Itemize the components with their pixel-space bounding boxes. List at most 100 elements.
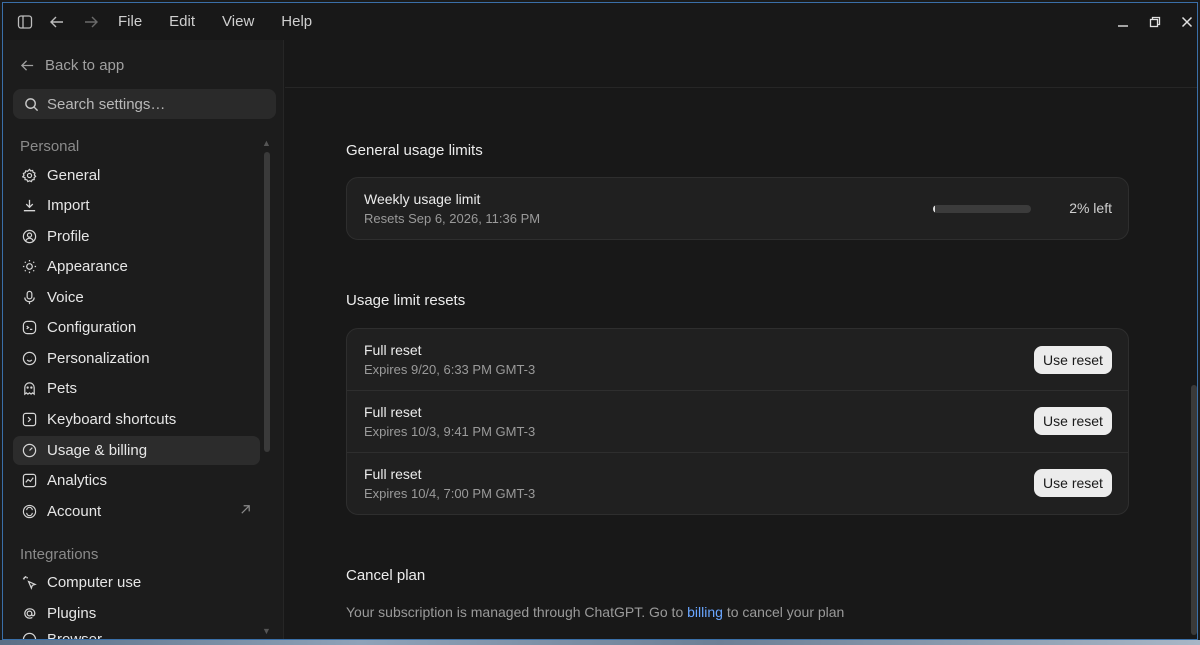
sidebar-item-label: Configuration <box>47 319 137 336</box>
usage-progress-fill <box>933 205 935 213</box>
at-icon <box>21 606 37 622</box>
main-content: General usage limits Weekly usage limit … <box>285 40 1197 639</box>
configuration-icon <box>21 320 37 336</box>
usage-resets-heading: Usage limit resets <box>346 292 466 309</box>
cursor-sparkle-icon <box>21 575 37 591</box>
reset-title: Full reset <box>364 466 422 482</box>
row-divider <box>347 452 1128 453</box>
cancel-text-before: Your subscription is managed through Cha… <box>346 604 688 620</box>
usage-remaining-label: 2% left <box>1069 200 1112 216</box>
sidebar-item-label: Profile <box>47 228 90 245</box>
sidebar-item-label: Analytics <box>47 472 108 489</box>
search-box[interactable] <box>13 89 276 119</box>
minimize-icon[interactable] <box>1113 12 1133 32</box>
sidebar-item-label: Pets <box>47 380 78 397</box>
reset-expiry: Expires 10/4, 7:00 PM GMT-3 <box>364 486 536 501</box>
back-arrow-icon[interactable] <box>47 12 67 32</box>
main-scrollbar[interactable] <box>1191 385 1197 635</box>
sidebar-item-label: Personalization <box>47 350 150 367</box>
sidebar-item-computer-use[interactable]: Computer use <box>13 568 260 597</box>
menu-edit[interactable]: Edit <box>169 13 195 30</box>
header-divider <box>285 87 1197 88</box>
analytics-icon <box>21 473 37 489</box>
external-link-icon <box>239 503 252 520</box>
billing-link[interactable]: billing <box>687 604 723 620</box>
sidebar-item-personalization[interactable]: Personalization <box>13 344 260 373</box>
left-arrow-icon <box>19 57 35 73</box>
download-icon <box>21 198 37 214</box>
gauge-icon <box>21 443 37 459</box>
sidebar-item-browser[interactable]: Browser <box>13 629 260 640</box>
reset-expiry: Expires 10/3, 9:41 PM GMT-3 <box>364 424 536 439</box>
scroll-down-arrow-icon[interactable]: ▼ <box>262 626 271 636</box>
weekly-usage-reset-time: Resets Sep 6, 2026, 11:36 PM <box>364 211 541 226</box>
search-icon <box>23 96 39 112</box>
keyboard-icon <box>21 412 37 428</box>
sidebar-item-label: Plugins <box>47 605 97 622</box>
reset-title: Full reset <box>364 342 422 358</box>
title-bar: File Edit View Help <box>3 3 1197 40</box>
reset-expiry: Expires 9/20, 6:33 PM GMT-3 <box>364 362 536 377</box>
sun-icon <box>21 259 37 275</box>
usage-progress-bar <box>933 205 1031 213</box>
sidebar-item-account[interactable]: Account <box>13 497 260 526</box>
sidebar-item-label: Appearance <box>47 258 128 275</box>
back-to-app-label: Back to app <box>45 56 125 74</box>
cancel-text-after: to cancel your plan <box>722 604 845 620</box>
sidebar-item-plugins[interactable]: Plugins <box>13 599 260 628</box>
sidebar-item-label: Usage & billing <box>47 442 148 459</box>
account-icon <box>21 504 37 520</box>
sidebar-item-import[interactable]: Import <box>13 191 260 220</box>
sidebar-item-voice[interactable]: Voice <box>13 283 260 312</box>
settings-sidebar: Back to app Personal General Import Prof… <box>3 40 284 640</box>
search-input[interactable] <box>47 95 247 113</box>
menu-bar: File Edit View Help <box>118 3 339 40</box>
menu-help[interactable]: Help <box>281 13 312 30</box>
sidebar-item-general[interactable]: General <box>13 161 260 190</box>
use-reset-button[interactable]: Use reset <box>1034 346 1112 374</box>
gear-icon <box>21 168 37 184</box>
sidebar-item-pets[interactable]: Pets <box>13 374 260 403</box>
browser-icon <box>21 631 37 639</box>
section-integrations: Integrations <box>20 546 99 563</box>
profile-icon <box>21 229 37 245</box>
sidebar-toggle-icon[interactable] <box>15 12 35 32</box>
use-reset-button[interactable]: Use reset <box>1034 407 1112 435</box>
sidebar-item-usage-billing[interactable]: Usage & billing <box>13 436 260 465</box>
sidebar-item-label: General <box>47 167 101 184</box>
sidebar-scrollbar[interactable] <box>264 152 270 452</box>
close-icon[interactable] <box>1177 12 1197 32</box>
scroll-up-arrow-icon[interactable]: ▲ <box>262 138 271 148</box>
sidebar-item-label: Account <box>47 503 102 520</box>
section-personal: Personal <box>20 138 80 155</box>
pets-icon <box>21 381 37 397</box>
restore-icon[interactable] <box>1145 12 1165 32</box>
settings-window: File Edit View Help Back to app Search s… <box>2 2 1198 640</box>
weekly-usage-title: Weekly usage limit <box>364 191 481 207</box>
sidebar-item-profile[interactable]: Profile <box>13 222 260 251</box>
sidebar-item-keyboard-shortcuts[interactable]: Keyboard shortcuts <box>13 405 260 434</box>
sidebar-item-appearance[interactable]: Appearance <box>13 252 260 281</box>
sidebar-item-label: Browser <box>47 631 103 640</box>
sidebar-item-label: Computer use <box>47 574 142 591</box>
weekly-usage-card: Weekly usage limit Resets Sep 6, 2026, 1… <box>346 177 1129 240</box>
row-divider <box>347 390 1128 391</box>
menu-view[interactable]: View <box>222 13 254 30</box>
sidebar-item-label: Keyboard shortcuts <box>47 411 177 428</box>
sidebar-item-analytics[interactable]: Analytics <box>13 466 260 495</box>
cancel-plan-text: Your subscription is managed through Cha… <box>346 604 844 620</box>
reset-title: Full reset <box>364 404 422 420</box>
microphone-icon <box>21 290 37 306</box>
usage-resets-card: Full reset Expires 9/20, 6:33 PM GMT-3 U… <box>346 328 1129 515</box>
forward-arrow-icon[interactable] <box>81 12 101 32</box>
general-usage-heading: General usage limits <box>346 142 483 159</box>
sidebar-item-configuration[interactable]: Configuration <box>13 313 260 342</box>
use-reset-button[interactable]: Use reset <box>1034 469 1112 497</box>
sidebar-item-label: Voice <box>47 289 84 306</box>
back-to-app-link[interactable]: Back to app <box>19 54 124 76</box>
menu-file[interactable]: File <box>118 13 142 30</box>
sidebar-item-label: Import <box>47 197 90 214</box>
personalization-icon <box>21 351 37 367</box>
desktop-background-strip <box>0 640 1200 645</box>
cancel-plan-heading: Cancel plan <box>346 567 426 584</box>
